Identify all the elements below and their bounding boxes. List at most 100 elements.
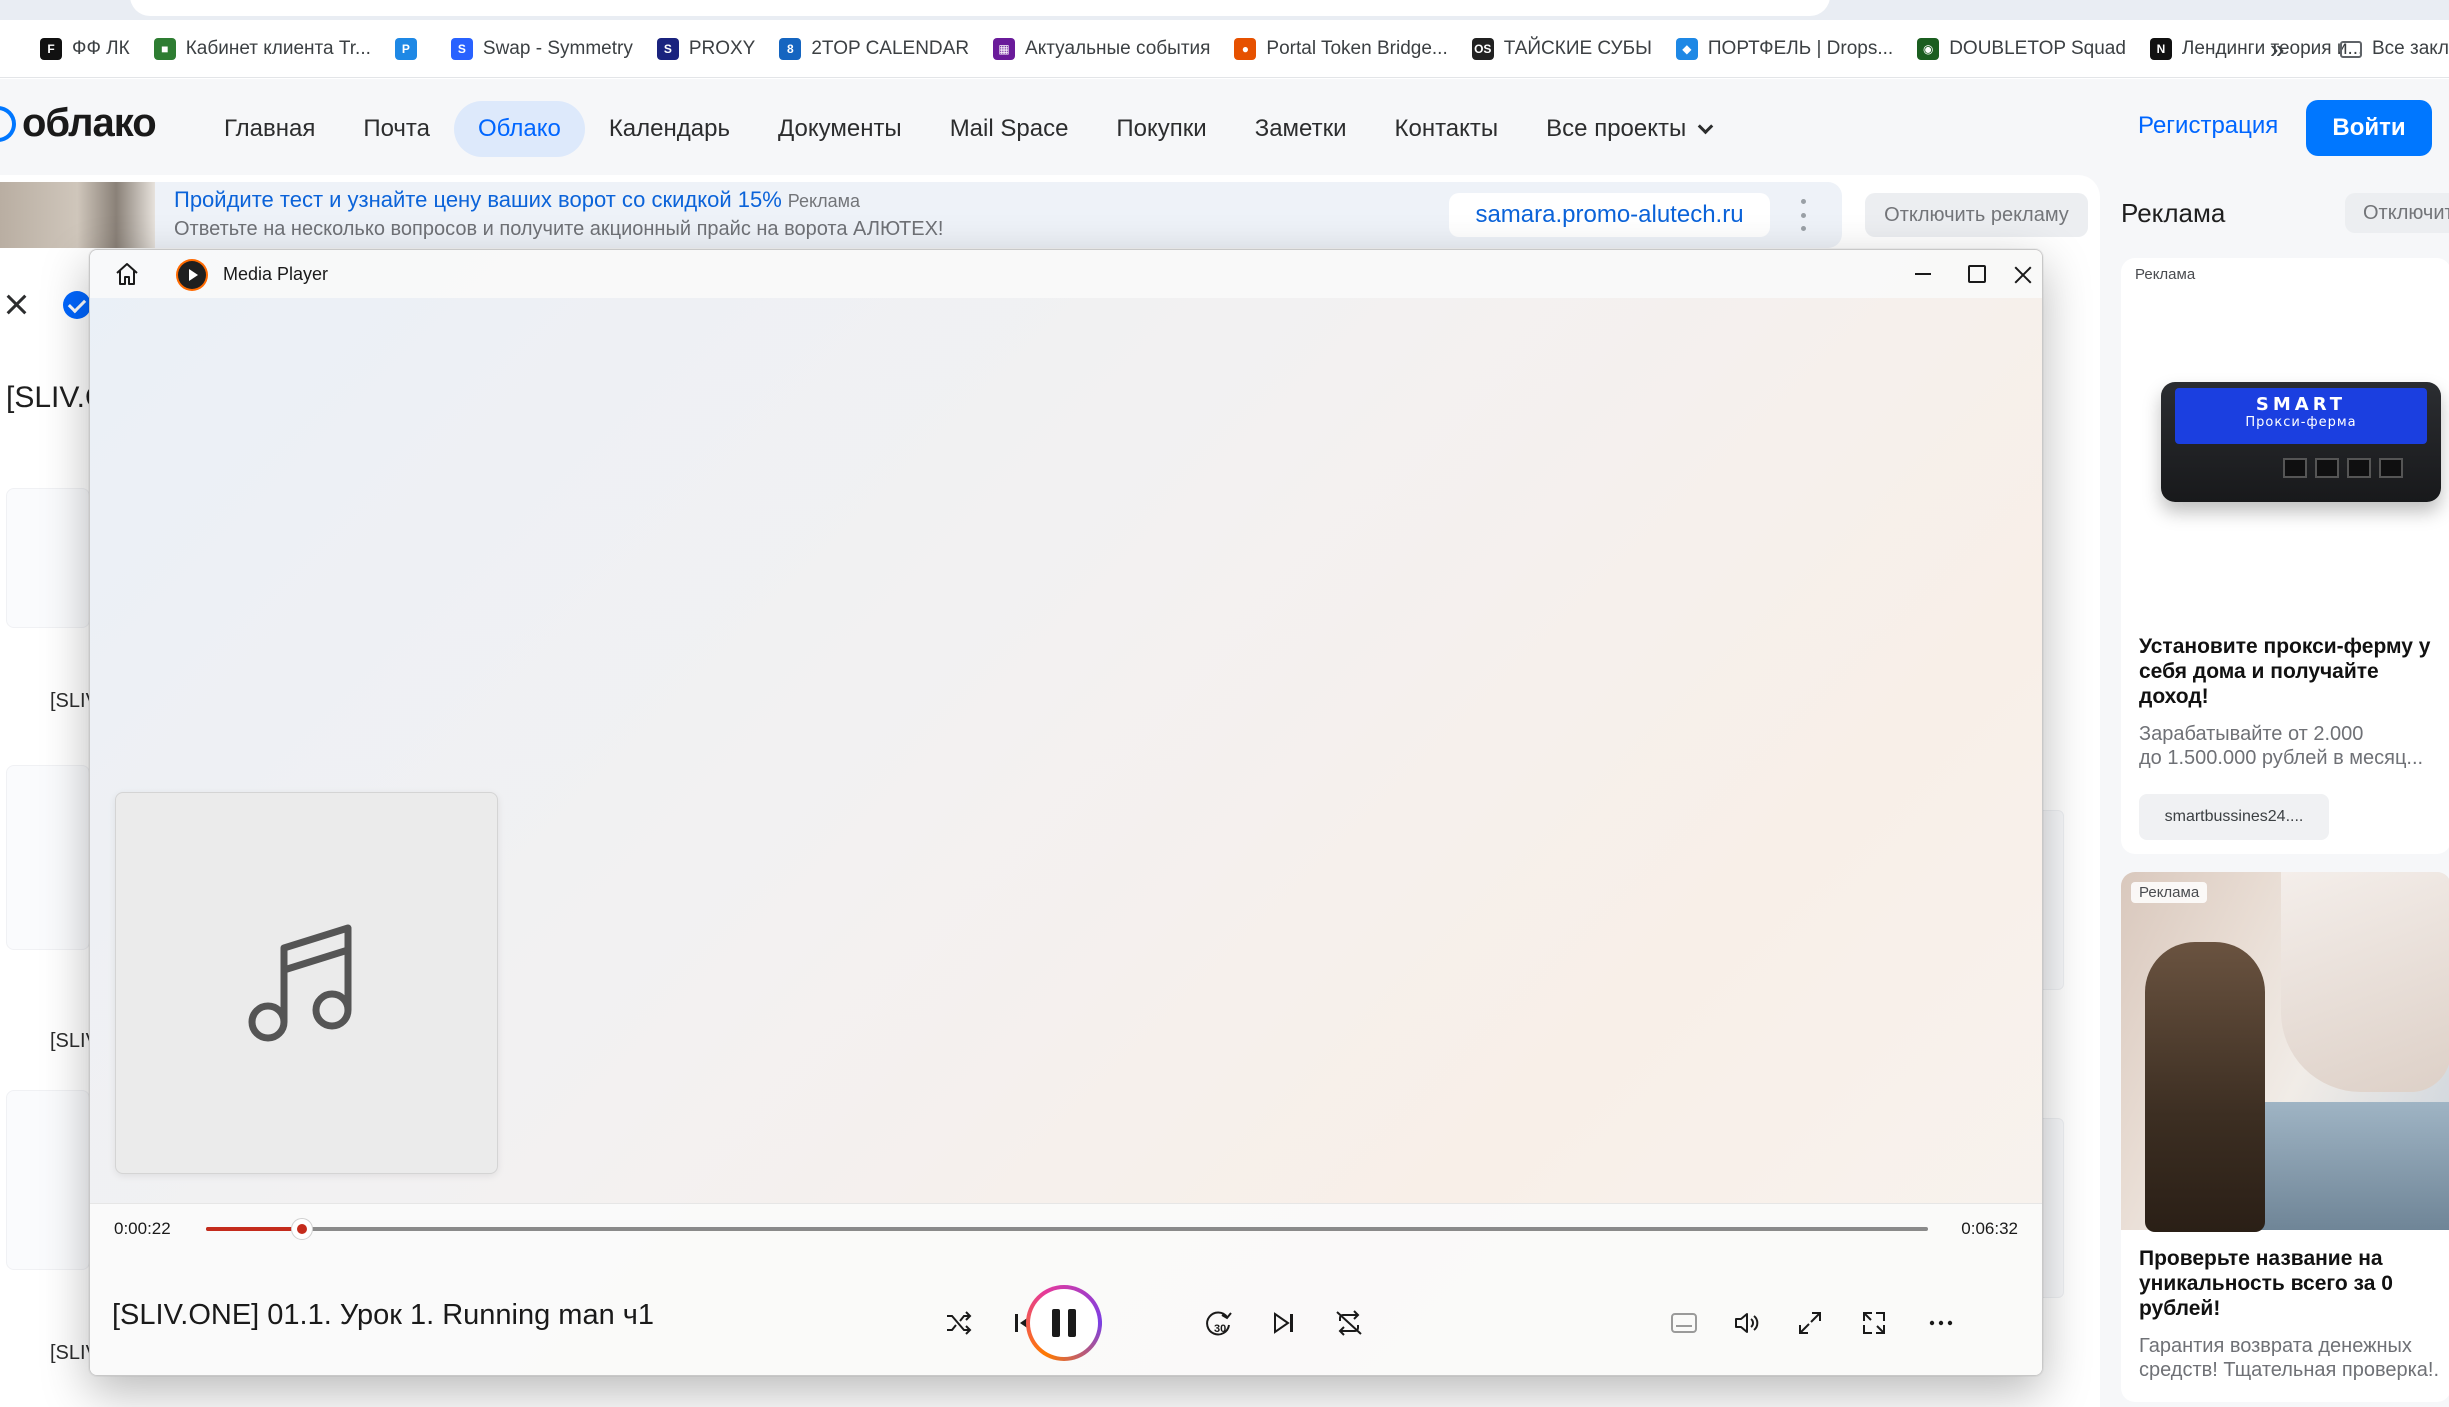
nav-all-projects[interactable]: Все проекты	[1522, 101, 1735, 157]
volume-button[interactable]	[1725, 1301, 1769, 1345]
seek-bar-progress	[206, 1227, 303, 1231]
ad-title[interactable]: Пройдите тест и узнайте цену ваших ворот…	[174, 187, 860, 213]
all-bookmarks-label: Все закл	[2372, 38, 2449, 59]
play-pause-button[interactable]	[1026, 1285, 1102, 1361]
disable-ads-button[interactable]: Отключить рекламу	[1865, 193, 2088, 237]
window-title: Media Player	[223, 264, 329, 284]
bookmark-item[interactable]: S Swap - Symmetry	[450, 29, 633, 69]
bookmark-favicon-icon: ▦	[993, 37, 1016, 60]
check-icon[interactable]	[63, 291, 91, 319]
login-button[interactable]: Войти	[2306, 100, 2432, 156]
ad-body-line: средств! Тщательная проверка!...	[2139, 1359, 2439, 1381]
bookmark-label: 2TOP CALENDAR	[811, 37, 970, 59]
bookmark-item[interactable]: ◆ ПОРТФЕЛЬ | Drops...	[1675, 29, 1894, 69]
ad-thumbnail	[0, 182, 155, 248]
register-link[interactable]: Регистрация	[2138, 112, 2278, 140]
folder-icon	[2340, 40, 2362, 58]
more-options-button[interactable]	[1919, 1301, 1963, 1345]
logo-text: облако	[22, 101, 157, 145]
bookmark-label: ПОРТФЕЛЬ | Drops...	[1707, 37, 1894, 59]
bookmark-item[interactable]: P	[394, 29, 427, 69]
bookmark-favicon-icon: OS	[1471, 37, 1494, 60]
bookmark-item[interactable]: OS ТАЙСКИЕ СУБЫ	[1471, 29, 1652, 69]
media-player-titlebar[interactable]: Media Player	[90, 250, 2042, 298]
device-brand: SMART	[2255, 394, 2347, 415]
bookmarks-overflow-button[interactable]: »	[2270, 20, 2284, 78]
home-icon[interactable]	[114, 262, 140, 286]
next-button[interactable]	[1262, 1301, 1306, 1345]
skip-next-icon	[1274, 1312, 1293, 1334]
skip-forward-seconds: 30	[1214, 1323, 1227, 1335]
address-bar[interactable]	[130, 0, 1830, 16]
sidebar-disable-ads-button[interactable]: Отключить	[2345, 193, 2449, 233]
nav-item[interactable]: Mail Space	[926, 101, 1093, 157]
bookmark-label: Кабинет клиента Tr...	[185, 37, 371, 59]
file-thumbnail[interactable]	[6, 1090, 90, 1270]
bookmark-item[interactable]: ● Portal Token Bridge...	[1234, 29, 1448, 69]
album-art[interactable]	[115, 792, 498, 1174]
device-subtitle: Прокси-ферма	[2245, 415, 2357, 430]
bookmark-item[interactable]: N Лендинги теория и...	[2149, 29, 2363, 69]
file-name: [SLIV.ONE]	[50, 690, 90, 712]
bookmark-label: PROXY	[688, 37, 756, 59]
sidebar-ad-card-legal[interactable]: Реклама Проверьте название на уникальнос…	[2121, 872, 2449, 1402]
chevron-down-icon	[1697, 118, 1714, 135]
sidebar-ads-title: Реклама	[2121, 198, 2226, 228]
repeat-button[interactable]	[1327, 1301, 1371, 1345]
bookmark-item[interactable]: ▦ Актуальные события	[993, 29, 1210, 69]
bookmark-label: Swap - Symmetry	[482, 37, 633, 59]
nav-item[interactable]: Облако	[454, 101, 585, 157]
nav-item[interactable]: Почта	[339, 101, 454, 157]
ad-headline: Проверьте название на уникальность всего…	[2139, 1247, 2393, 1320]
file-thumbnail[interactable]	[6, 488, 90, 628]
skip-forward-button[interactable]: 30	[1197, 1301, 1241, 1345]
mini-player-button[interactable]	[1852, 1301, 1896, 1345]
nav-item[interactable]: Главная	[200, 101, 339, 157]
shuffle-button[interactable]	[937, 1301, 981, 1345]
file-thumbnail[interactable]	[6, 765, 90, 950]
bookmark-favicon-icon: P	[394, 37, 417, 60]
cloud-logo[interactable]: облако	[0, 101, 157, 146]
nav-all-projects-label: Все проекты	[1546, 115, 1687, 142]
ad-tag: Реклама	[2135, 266, 2196, 283]
nav-item[interactable]: Покупки	[1092, 101, 1230, 157]
bookmark-item[interactable]: S PROXY	[656, 29, 756, 69]
close-icon[interactable]	[5, 293, 27, 315]
bookmark-favicon-icon: 8	[779, 37, 802, 60]
media-player-window: Media Player 0:00:22 0:06:32 [SLIV.ONE] …	[89, 249, 2043, 1376]
ad-body-line: Зарабатывайте от 2.000	[2139, 723, 2364, 745]
nav-item[interactable]: Календарь	[585, 101, 754, 157]
bookmark-item[interactable]: F ФФ ЛК	[40, 29, 130, 69]
bookmark-item[interactable]: ◉ DOUBLETOP Squad	[1917, 29, 2126, 69]
bookmarks-bar: F ФФ ЛК ■ Кабинет клиента Tr... P S Swap - Sym…	[0, 20, 2449, 78]
close-window-button[interactable]	[1990, 250, 2042, 298]
browser-tab-strip	[0, 0, 2449, 20]
device-screen: SMART Прокси-ферма	[2175, 388, 2427, 444]
ad-headline: Установите прокси-ферму у себя дома и по…	[2139, 635, 2431, 708]
nav-item[interactable]: Контакты	[1371, 101, 1523, 157]
bookmark-label: DOUBLETOP Squad	[1949, 37, 2126, 59]
captions-button[interactable]	[1662, 1301, 1706, 1345]
all-bookmarks-button[interactable]: Все закл	[2340, 20, 2449, 78]
device-ports	[2283, 458, 2411, 478]
bookmark-favicon-icon: ◉	[1917, 37, 1940, 60]
nav-item[interactable]: Документы	[754, 101, 926, 157]
media-player-app-icon	[178, 261, 206, 289]
top-ad-banner[interactable]: Пройдите тест и узнайте цену ваших ворот…	[0, 182, 1842, 248]
ad-domain-button[interactable]: smartbussines24....	[2139, 794, 2329, 840]
seek-bar[interactable]	[206, 1218, 1928, 1240]
ad-domain-button[interactable]: samara.promo-alutech.ru	[1449, 193, 1770, 237]
seek-bar-thumb[interactable]	[291, 1218, 314, 1240]
ad-more-icon[interactable]	[1797, 199, 1809, 231]
folder-title: [SLIV.ONE]	[6, 381, 90, 414]
bookmark-item[interactable]: 8 2TOP CALENDAR	[779, 29, 969, 69]
ad-tag: Реклама	[2131, 882, 2208, 903]
fullscreen-button[interactable]	[1788, 1301, 1832, 1345]
nav-item[interactable]: Заметки	[1231, 101, 1371, 157]
bookmark-label: Актуальные события	[1025, 37, 1211, 59]
site-header: облако Главная Почта Облако Календарь Докуме…	[0, 79, 2449, 179]
bookmark-favicon-icon: F	[40, 37, 62, 60]
sidebar-ad-card-proxy[interactable]: Реклама SMART Прокси-ферма Установите пр…	[2121, 258, 2449, 854]
bookmark-item[interactable]: ■ Кабинет клиента Tr...	[153, 29, 371, 69]
main-nav: Главная Почта Облако Календарь Документы Mail…	[200, 101, 1735, 157]
